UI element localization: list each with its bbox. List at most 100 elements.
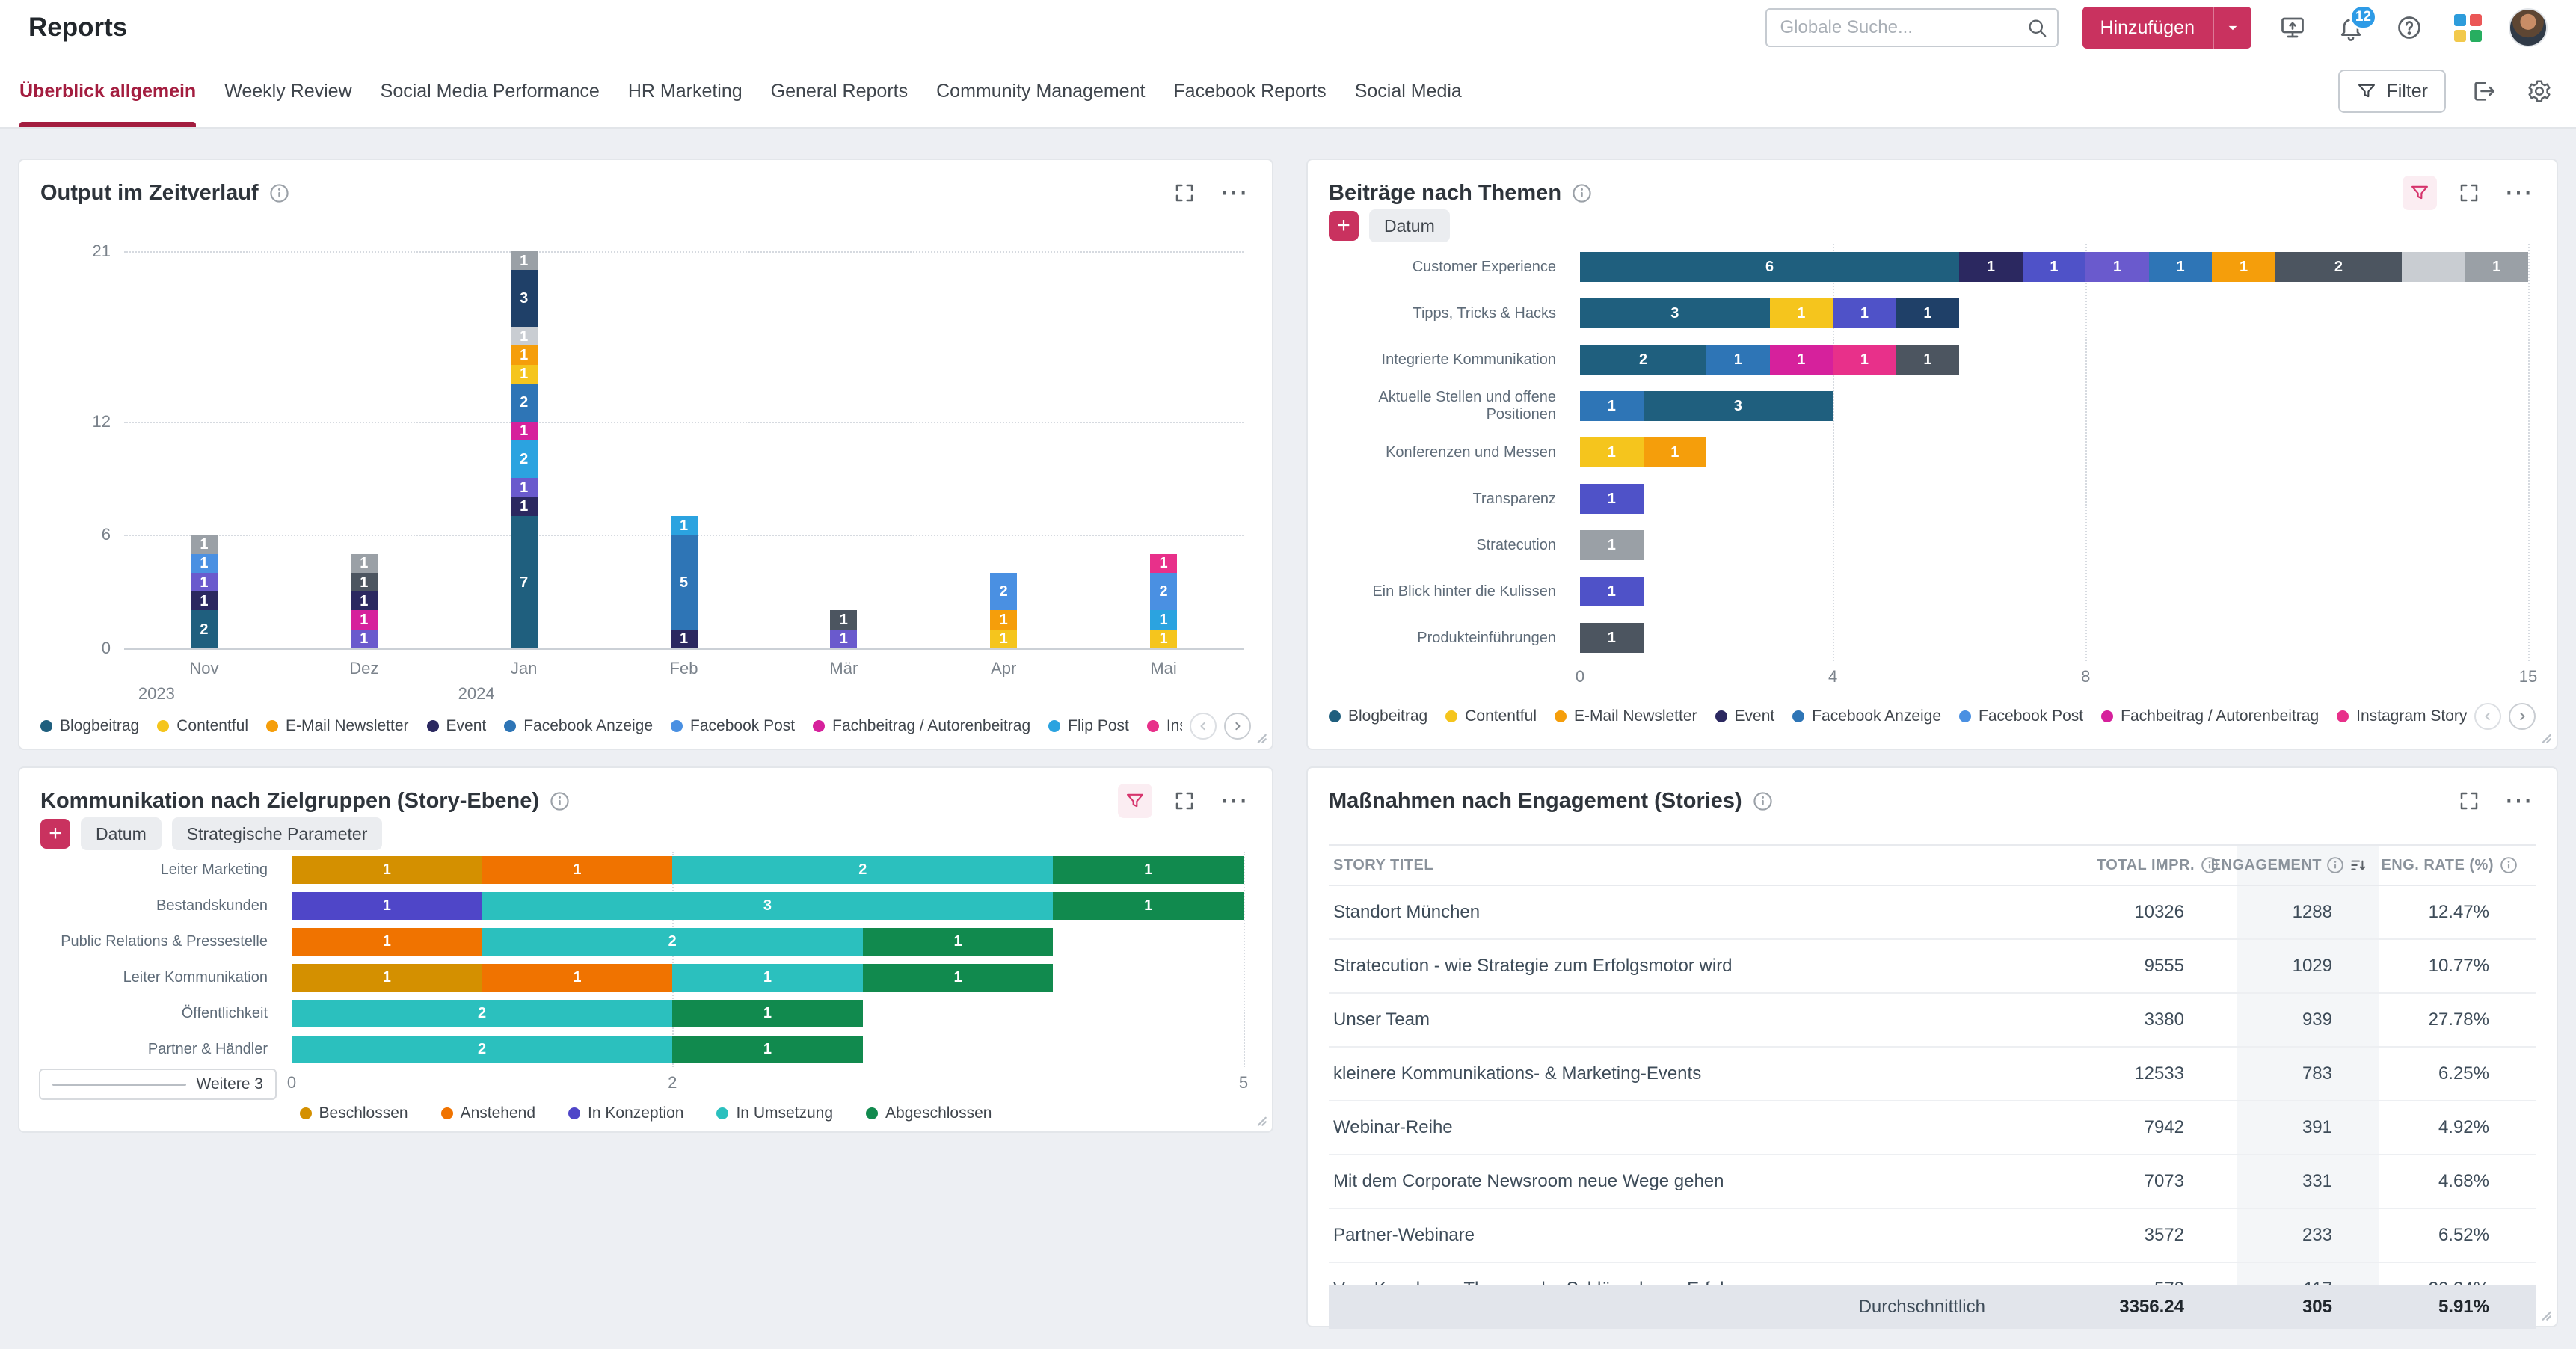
legend-prev-button[interactable]: [1190, 713, 1217, 740]
table-row[interactable]: Partner-Webinare35722336.52%: [1329, 1209, 2536, 1263]
info-icon[interactable]: [1572, 183, 1592, 203]
fullscreen-icon[interactable]: [2452, 784, 2486, 818]
avatar[interactable]: [2509, 8, 2548, 47]
bar-segment[interactable]: 1: [672, 964, 863, 992]
bar-segment[interactable]: 3: [482, 892, 1054, 920]
filter-chip-datum[interactable]: Datum: [1369, 209, 1450, 242]
bar-segment[interactable]: 1: [2212, 252, 2275, 282]
table-row[interactable]: Webinar-Reihe79423914.92%: [1329, 1101, 2536, 1155]
add-button[interactable]: Hinzufügen: [2082, 7, 2251, 49]
tab-social-media-performance[interactable]: Social Media Performance: [381, 55, 600, 127]
tab-weekly-review[interactable]: Weekly Review: [224, 55, 351, 127]
more-options-icon[interactable]: [2501, 784, 2536, 818]
legend-item[interactable]: E-Mail Newsletter: [266, 717, 409, 735]
legend-item[interactable]: Blogbeitrag: [1329, 707, 1427, 725]
apps-button[interactable]: [2450, 10, 2485, 45]
bar-segment[interactable]: 1: [2023, 252, 2086, 282]
legend-item[interactable]: Instagram Story: [2337, 707, 2467, 725]
legend-item[interactable]: In Konzeption: [568, 1104, 683, 1122]
search-icon[interactable]: [2026, 16, 2048, 39]
bar-segment[interactable]: 1: [671, 516, 698, 535]
column-header-total-impr[interactable]: Total Impr.: [2012, 856, 2237, 874]
legend-next-button[interactable]: [1224, 713, 1251, 740]
fullscreen-icon[interactable]: [1167, 176, 1202, 210]
bar-segment[interactable]: 1: [1580, 437, 1644, 467]
legend-item[interactable]: Facebook Post: [1959, 707, 2083, 725]
tab-hr-marketing[interactable]: HR Marketing: [628, 55, 743, 127]
resize-handle[interactable]: [2536, 728, 2553, 745]
bar-segment[interactable]: 1: [351, 610, 378, 629]
more-options-icon[interactable]: [1217, 176, 1251, 210]
tab-facebook-reports[interactable]: Facebook Reports: [1173, 55, 1326, 127]
bar-segment[interactable]: 1: [672, 1000, 863, 1027]
settings-button[interactable]: [2522, 74, 2557, 108]
bar-segment[interactable]: 3: [1580, 298, 1770, 328]
legend-item[interactable]: Flip Post: [1048, 717, 1129, 735]
active-filter-funnel-icon[interactable]: [1118, 784, 1152, 818]
bar-segment[interactable]: 1: [292, 928, 482, 956]
bar-segment[interactable]: 1: [1150, 630, 1177, 648]
add-filter-icon[interactable]: [40, 819, 70, 849]
bar-segment[interactable]: 7: [511, 516, 538, 648]
table-row[interactable]: Mit dem Corporate Newsroom neue Wege geh…: [1329, 1155, 2536, 1209]
bar-segment[interactable]: 1: [1150, 610, 1177, 629]
info-icon[interactable]: [550, 791, 570, 811]
legend-item[interactable]: Anstehend: [441, 1104, 535, 1122]
filter-chip-strategische-parameter[interactable]: Strategische Parameter: [172, 817, 383, 850]
bar-segment[interactable]: 1: [191, 535, 218, 553]
table-row[interactable]: kleinere Kommunikations- & Marketing-Eve…: [1329, 1048, 2536, 1101]
bar-segment[interactable]: 1: [671, 630, 698, 648]
legend-item[interactable]: Contentful: [157, 717, 248, 735]
bar-segment[interactable]: 1: [1959, 252, 2023, 282]
bar-segment[interactable]: 1: [990, 610, 1017, 629]
bar-segment[interactable]: 1: [830, 610, 857, 629]
bar-segment[interactable]: 1: [292, 964, 482, 992]
present-button[interactable]: [2275, 10, 2310, 45]
more-options-icon[interactable]: [2501, 176, 2536, 210]
legend-item[interactable]: Event: [427, 717, 487, 735]
bar-segment[interactable]: 1: [191, 573, 218, 591]
bar-segment[interactable]: 1: [511, 327, 538, 345]
bar-segment[interactable]: 1: [1896, 345, 1960, 375]
bar-segment[interactable]: 1: [1053, 856, 1244, 884]
bar-segment[interactable]: 1: [1580, 484, 1644, 514]
legend-item[interactable]: E-Mail Newsletter: [1555, 707, 1697, 725]
bar-segment[interactable]: 1: [482, 964, 673, 992]
bar-segment[interactable]: 1: [1706, 345, 1770, 375]
export-button[interactable]: [2467, 74, 2501, 108]
resize-handle[interactable]: [2536, 1306, 2553, 1322]
bar-segment[interactable]: 1: [2085, 252, 2149, 282]
bar-segment[interactable]: 1: [1770, 298, 1833, 328]
bar-segment[interactable]: 6: [1580, 252, 1959, 282]
legend-item[interactable]: Beschlossen: [300, 1104, 408, 1122]
info-icon[interactable]: [2500, 856, 2518, 874]
bar-segment[interactable]: 1: [1833, 298, 1896, 328]
weitere-button[interactable]: Weitere 3: [39, 1069, 277, 1100]
bar-segment[interactable]: 1: [511, 497, 538, 516]
bar-segment[interactable]: 5: [671, 535, 698, 629]
bar-segment[interactable]: 1: [482, 856, 673, 884]
fullscreen-icon[interactable]: [1167, 784, 1202, 818]
legend-item[interactable]: Blogbeitrag: [40, 717, 139, 735]
chevron-down-icon[interactable]: [2214, 18, 2251, 37]
bar-segment[interactable]: 3: [511, 270, 538, 327]
bar-segment[interactable]: 1: [830, 630, 857, 648]
bar-segment[interactable]: 2: [191, 610, 218, 648]
bar-segment[interactable]: 1: [351, 630, 378, 648]
bar-segment[interactable]: 1: [2465, 252, 2528, 282]
bar-segment[interactable]: 1: [863, 964, 1054, 992]
table-row[interactable]: Stratecution - wie Strategie zum Erfolgs…: [1329, 940, 2536, 994]
bar-segment[interactable]: 1: [1053, 892, 1244, 920]
bar-segment[interactable]: 1: [1150, 554, 1177, 573]
bar-segment[interactable]: 1: [1580, 623, 1644, 653]
tab-berblick-allgemein[interactable]: Überblick allgemein: [19, 55, 196, 127]
bar-segment[interactable]: 1: [511, 478, 538, 497]
table-row[interactable]: Vom Kanal zum Thema - der Schlüssel zum …: [1329, 1263, 2536, 1285]
legend-item[interactable]: Fachbeitrag / Autorenbeitrag: [2101, 707, 2319, 725]
add-filter-icon[interactable]: [1329, 211, 1359, 241]
bar-segment[interactable]: 2: [292, 1000, 672, 1027]
bar-segment[interactable]: 1: [990, 630, 1017, 648]
bar-segment[interactable]: 1: [351, 554, 378, 573]
help-button[interactable]: [2392, 10, 2426, 45]
legend-item[interactable]: Facebook Anzeige: [504, 717, 653, 735]
